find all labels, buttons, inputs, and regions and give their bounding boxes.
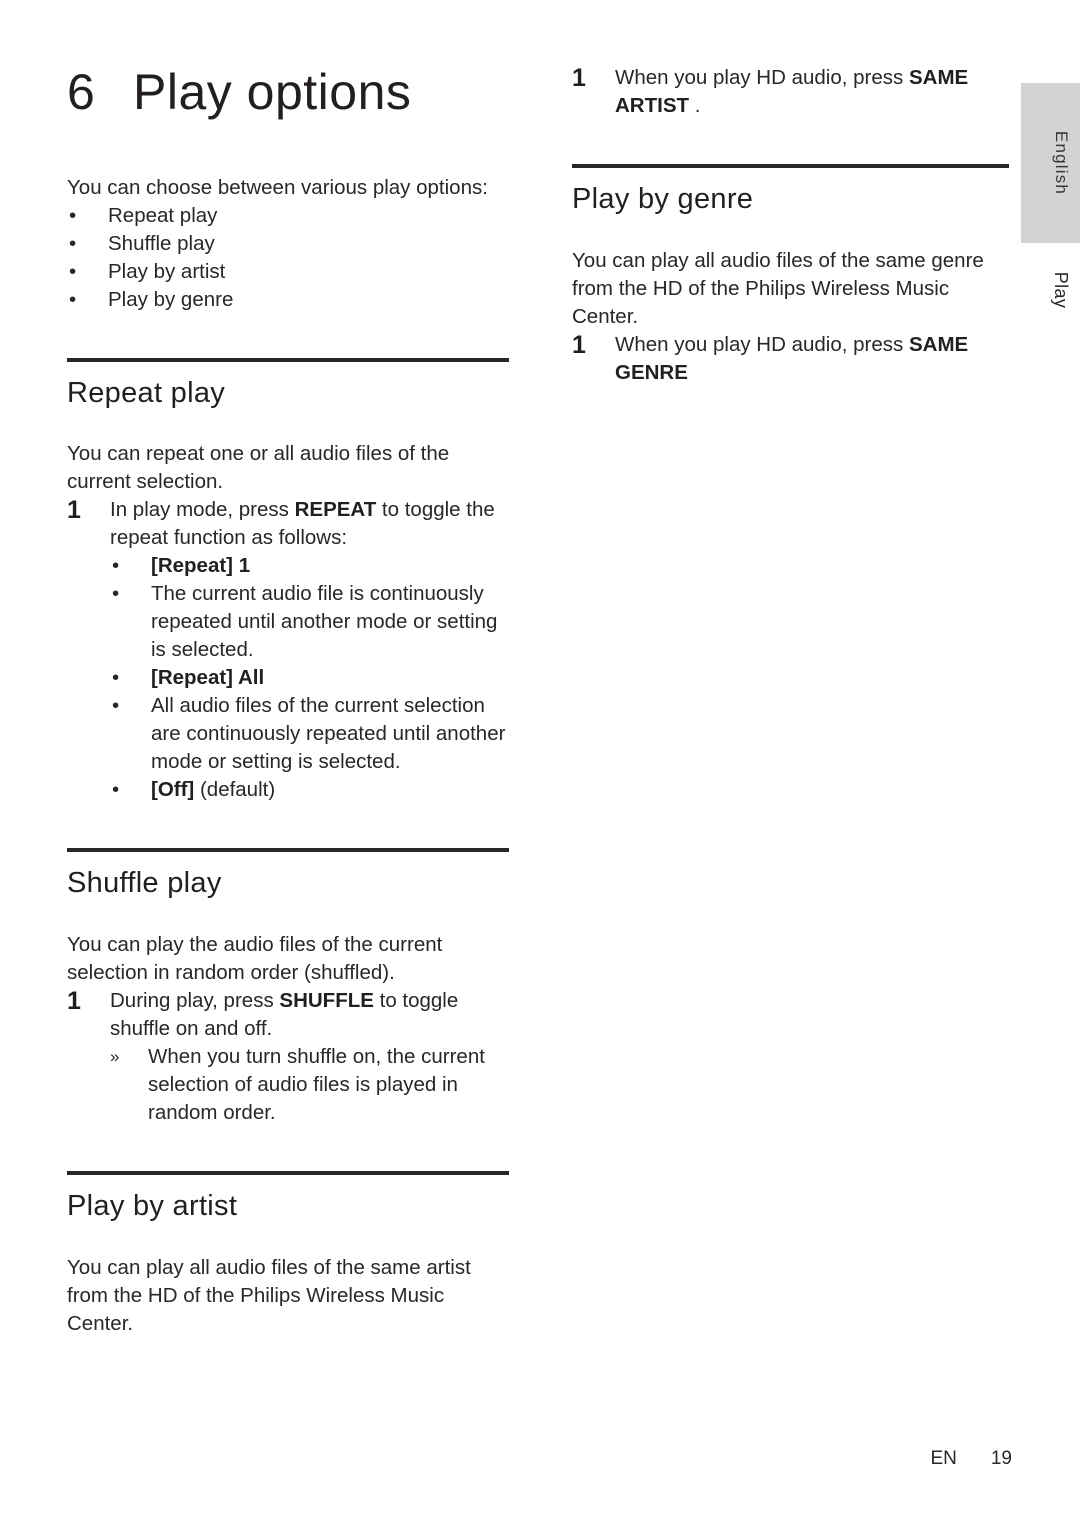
repeat-options-list: • [Repeat] 1 • The current audio file is… xyxy=(110,552,509,804)
left-column: 6 Play options You can choose between va… xyxy=(67,64,509,1338)
result-item: » When you turn shuffle on, the current … xyxy=(110,1043,509,1127)
list-item-label: Play by genre xyxy=(108,287,234,311)
step-text-prefix: When you play HD audio, press xyxy=(615,332,909,356)
section-rule-repeat-play xyxy=(67,357,509,362)
step-text: When you play HD audio, press SAME GENRE xyxy=(615,333,968,384)
step-key-name: SHUFFLE xyxy=(279,989,374,1013)
step-text: During play, press SHUFFLE to toggle shu… xyxy=(110,989,458,1040)
list-item: • [Repeat] 1 xyxy=(110,552,509,580)
list-item-label: Repeat play xyxy=(108,203,218,227)
section-heading-repeat-play: Repeat play xyxy=(67,376,226,409)
bullet-icon: • xyxy=(112,666,120,690)
option-description: The current audio file is continuously r… xyxy=(151,582,498,662)
list-item: • Repeat play xyxy=(67,202,509,230)
list-item: • [Off] (default) xyxy=(110,776,509,804)
list-item: • [Repeat] All xyxy=(110,664,509,692)
step-list-play-by-artist: 1 When you play HD audio, press SAME ART… xyxy=(572,64,1009,120)
list-item: • All audio files of the current selecti… xyxy=(110,692,509,776)
double-angle-icon: » xyxy=(110,1047,120,1067)
page-number: 19 xyxy=(990,1448,1012,1469)
language-tab-label: English xyxy=(1052,130,1071,196)
list-item: • Play by artist xyxy=(67,258,509,286)
section-body-shuffle-play: You can play the audio files of the curr… xyxy=(67,933,443,985)
section-rule-play-by-artist xyxy=(67,1171,509,1176)
page-footer: EN 19 xyxy=(0,1448,1012,1470)
step-item: 1 During play, press SHUFFLE to toggle s… xyxy=(67,987,509,1127)
bullet-icon: • xyxy=(69,287,77,311)
list-item: • Play by genre xyxy=(67,286,509,314)
intro-bullet-list: • Repeat play • Shuffle play • Play by a… xyxy=(67,202,509,314)
step-key-name: REPEAT xyxy=(294,498,377,522)
bullet-icon: • xyxy=(112,554,120,578)
section-side-label: Play xyxy=(1021,255,1080,325)
bullet-icon: • xyxy=(69,203,77,227)
list-item-label: Play by artist xyxy=(108,259,226,283)
section-heading-shuffle-play: Shuffle play xyxy=(67,867,222,900)
step-number: 1 xyxy=(67,496,81,525)
bullet-icon: • xyxy=(112,694,120,718)
step-text-prefix: During play, press xyxy=(110,989,280,1013)
step-list-play-by-genre: 1 When you play HD audio, press SAME GEN… xyxy=(572,331,1009,387)
language-tab: English xyxy=(1021,83,1080,243)
step-list-shuffle-play: 1 During play, press SHUFFLE to toggle s… xyxy=(67,987,509,1127)
bullet-icon: • xyxy=(69,231,77,255)
step-text-prefix: When you play HD audio, press xyxy=(615,66,909,89)
step-text-suffix: . xyxy=(689,94,701,117)
section-rule-shuffle-play xyxy=(67,848,509,853)
option-default-note: (default) xyxy=(194,778,276,802)
step-text: When you play HD audio, press SAME ARTIS… xyxy=(615,66,968,117)
bullet-icon: • xyxy=(69,259,77,283)
step-number: 1 xyxy=(572,64,586,92)
document-page: 6 Play options You can choose between va… xyxy=(0,0,1080,1527)
step-text: In play mode, press REPEAT to toggle the… xyxy=(110,498,495,549)
result-text: When you turn shuffle on, the current se… xyxy=(148,1045,485,1125)
section-body-play-by-artist: You can play all audio files of the same… xyxy=(67,1255,471,1335)
section-heading-play-by-genre: Play by genre xyxy=(572,183,754,215)
section-heading-play-by-artist: Play by artist xyxy=(67,1190,238,1223)
section-rule-play-by-genre xyxy=(572,164,1009,168)
bullet-icon: • xyxy=(112,778,120,802)
step-item: 1 When you play HD audio, press SAME ART… xyxy=(572,64,1009,120)
footer-language-code: EN xyxy=(930,1448,957,1469)
list-item: • The current audio file is continuously… xyxy=(110,580,509,664)
chapter-number: 6 xyxy=(67,64,96,120)
option-label: [Repeat] 1 xyxy=(151,554,251,578)
section-body-repeat-play: You can repeat one or all audio files of… xyxy=(67,442,450,494)
chapter-title-text: Play options xyxy=(133,64,412,120)
section-side-label-text: Play xyxy=(1051,271,1072,309)
step-number: 1 xyxy=(572,330,586,359)
section-body-play-by-genre: You can play all audio files of the same… xyxy=(572,248,984,328)
list-item: • Shuffle play xyxy=(67,230,509,258)
list-item-label: Shuffle play xyxy=(108,231,215,255)
chapter-title: 6 Play options xyxy=(67,64,509,122)
option-label: [Repeat] All xyxy=(151,666,265,690)
bullet-icon: • xyxy=(112,582,120,606)
option-description: All audio files of the current selection… xyxy=(151,694,506,774)
right-column: 1 When you play HD audio, press SAME ART… xyxy=(572,64,1009,387)
step-item: 1 When you play HD audio, press SAME GEN… xyxy=(572,331,1009,387)
step-number: 1 xyxy=(67,987,81,1016)
step-result-list: » When you turn shuffle on, the current … xyxy=(110,1043,509,1127)
step-list-repeat-play: 1 In play mode, press REPEAT to toggle t… xyxy=(67,496,509,804)
step-text-prefix: In play mode, press xyxy=(110,498,295,522)
option-label: [Off] xyxy=(151,778,195,802)
intro-paragraph: You can choose between various play opti… xyxy=(67,175,488,199)
step-item: 1 In play mode, press REPEAT to toggle t… xyxy=(67,496,509,804)
